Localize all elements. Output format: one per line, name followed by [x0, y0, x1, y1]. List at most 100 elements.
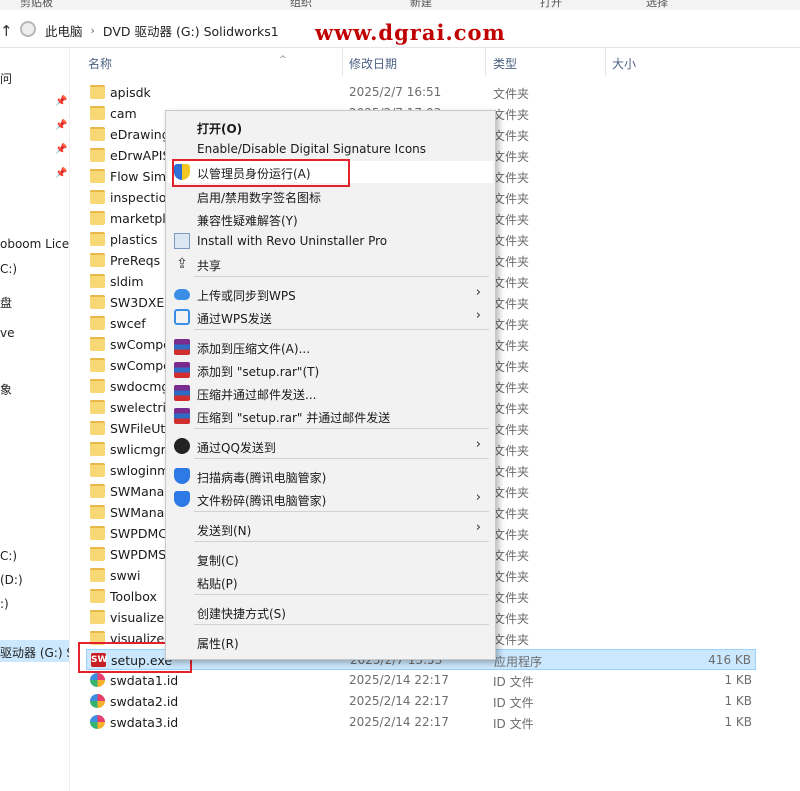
- context-menu-label: 启用/禁用数字签名图标: [197, 191, 322, 205]
- file-name: apisdk: [110, 85, 151, 100]
- context-menu-item[interactable]: 发送到(N) ›: [168, 518, 493, 540]
- context-menu-item[interactable]: 通过WPS发送 ›: [168, 306, 493, 328]
- context-menu-item[interactable]: 创建快捷方式(S): [168, 601, 493, 623]
- context-menu-item[interactable]: 上传或同步到WPS ›: [168, 283, 493, 305]
- file-size: 1 KB: [724, 694, 752, 708]
- chevron-right-icon: ›: [475, 520, 481, 535]
- context-menu-item[interactable]: 压缩到 "setup.rar" 并通过邮件发送: [168, 405, 493, 427]
- file-type: 文件夹: [493, 360, 530, 374]
- location-icon: [20, 21, 36, 37]
- folder-icon: [90, 547, 105, 561]
- sort-ascending-icon: ^: [279, 55, 287, 65]
- column-divider[interactable]: [605, 48, 606, 76]
- chevron-right-icon[interactable]: ›: [91, 24, 95, 37]
- ribbon-open-label: 打开: [540, 0, 562, 9]
- share-icon: ⇪: [176, 256, 188, 272]
- file-name: PreReqs: [110, 253, 161, 268]
- chevron-right-icon: ›: [475, 490, 481, 505]
- context-menu-item[interactable]: 粘贴(P): [168, 571, 493, 593]
- folder-icon: [90, 316, 105, 330]
- context-menu-label: 创建快捷方式(S): [197, 607, 286, 621]
- nav-item-selected[interactable]: 驱动器 (G:) Sc: [0, 640, 69, 662]
- chevron-right-icon: ›: [475, 437, 481, 452]
- file-type: 文件夹: [493, 633, 530, 647]
- folder-icon: [90, 400, 105, 414]
- winrar-icon: [174, 362, 190, 378]
- nav-item[interactable]: 盘: [0, 294, 12, 311]
- column-name[interactable]: 名称: [88, 55, 112, 72]
- folder-icon: [90, 526, 105, 540]
- file-type: 文件夹: [493, 129, 530, 143]
- nav-item-label: 驱动器 (G:) Sc: [0, 646, 69, 660]
- ribbon-new-label: 新建: [410, 0, 432, 9]
- address-bar[interactable]: ↑ 此电脑 › DVD 驱动器 (G:) Solidworks1 www.dgr…: [0, 10, 800, 48]
- menu-separator: [194, 541, 489, 542]
- context-menu-label: 复制(C): [197, 554, 239, 568]
- nav-item[interactable]: 问: [0, 70, 12, 87]
- context-menu-item[interactable]: 通过QQ发送到 ›: [168, 435, 493, 457]
- column-divider[interactable]: [485, 48, 486, 76]
- context-menu-label: 粘贴(P): [197, 577, 238, 591]
- id-icon: [90, 673, 105, 687]
- context-menu-item[interactable]: 打开(O): [168, 116, 493, 138]
- context-menu-item[interactable]: 兼容性疑难解答(Y): [168, 208, 493, 230]
- context-menu-item[interactable]: 扫描病毒(腾讯电脑管家): [168, 465, 493, 487]
- menu-separator: [194, 276, 489, 277]
- chevron-right-icon: ›: [475, 285, 481, 300]
- context-menu-item[interactable]: Enable/Disable Digital Signature Icons: [168, 138, 493, 160]
- file-name: cam: [110, 106, 137, 121]
- context-menu-item[interactable]: ⇪ 共享: [168, 253, 493, 275]
- column-header: ^ 名称 修改日期 类型 大小: [72, 48, 800, 76]
- context-menu-item[interactable]: 复制(C): [168, 548, 493, 570]
- file-type: 文件夹: [493, 549, 530, 563]
- menu-separator: [194, 329, 489, 330]
- context-menu-label: 添加到 "setup.rar"(T): [197, 365, 320, 379]
- folder-icon: [90, 568, 105, 582]
- folder-icon: [90, 274, 105, 288]
- file-type: 文件夹: [493, 465, 530, 479]
- file-type: 文件夹: [493, 108, 530, 122]
- column-divider[interactable]: [342, 48, 343, 76]
- folder-icon: [90, 169, 105, 183]
- context-menu-item[interactable]: Install with Revo Uninstaller Pro: [168, 230, 493, 252]
- chevron-right-icon: ›: [475, 308, 481, 323]
- file-type: 文件夹: [493, 234, 530, 248]
- file-name: swwi: [110, 568, 141, 583]
- column-type[interactable]: 类型: [493, 55, 517, 72]
- context-menu-item[interactable]: 添加到压缩文件(A)...: [168, 336, 493, 358]
- file-row[interactable]: swdata1.id 2025/2/14 22:17 ID 文件 1 KB: [86, 670, 756, 691]
- context-menu-item[interactable]: 压缩并通过邮件发送...: [168, 382, 493, 404]
- context-menu-item[interactable]: 启用/禁用数字签名图标: [168, 185, 493, 207]
- ribbon-select-label: 选择: [646, 0, 668, 9]
- file-row[interactable]: swdata2.id 2025/2/14 22:17 ID 文件 1 KB: [86, 691, 756, 712]
- nav-item[interactable]: C:): [0, 549, 17, 563]
- file-name: swdata3.id: [110, 715, 179, 730]
- nav-item[interactable]: 象: [0, 381, 12, 398]
- breadcrumb-this-pc[interactable]: 此电脑: [45, 21, 83, 40]
- context-menu-label: 属性(R): [197, 637, 239, 651]
- context-menu-item[interactable]: 添加到 "setup.rar"(T): [168, 359, 493, 381]
- file-row[interactable]: apisdk 2025/2/7 16:51 文件夹: [86, 82, 756, 103]
- file-row[interactable]: swdata3.id 2025/2/14 22:17 ID 文件 1 KB: [86, 712, 756, 733]
- winrar-icon: [174, 408, 190, 424]
- context-menu-item[interactable]: 文件粉碎(腾讯电脑管家) ›: [168, 488, 493, 510]
- nav-item[interactable]: ve: [0, 326, 14, 340]
- nav-item[interactable]: C:): [0, 262, 17, 276]
- nav-item[interactable]: :): [0, 597, 9, 611]
- context-menu: 打开(O) Enable/Disable Digital Signature Ic…: [165, 110, 496, 660]
- menu-separator: [194, 458, 489, 459]
- column-size[interactable]: 大小: [612, 55, 636, 72]
- file-type: 文件夹: [493, 612, 530, 626]
- breadcrumb-dvd-drive[interactable]: DVD 驱动器 (G:) Solidworks1: [103, 21, 279, 40]
- nav-item[interactable]: oboom Licens: [0, 237, 69, 251]
- up-arrow-icon[interactable]: ↑: [0, 22, 13, 40]
- column-date[interactable]: 修改日期: [349, 55, 397, 72]
- nav-item[interactable]: (D:): [0, 573, 23, 587]
- folder-icon: [90, 442, 105, 456]
- wps-cloud-icon: [174, 289, 190, 300]
- folder-icon: [90, 379, 105, 393]
- context-menu-label: 压缩到 "setup.rar" 并通过邮件发送: [197, 411, 391, 425]
- folder-icon: [90, 589, 105, 603]
- folder-icon: [90, 358, 105, 372]
- context-menu-item[interactable]: 属性(R): [168, 631, 493, 653]
